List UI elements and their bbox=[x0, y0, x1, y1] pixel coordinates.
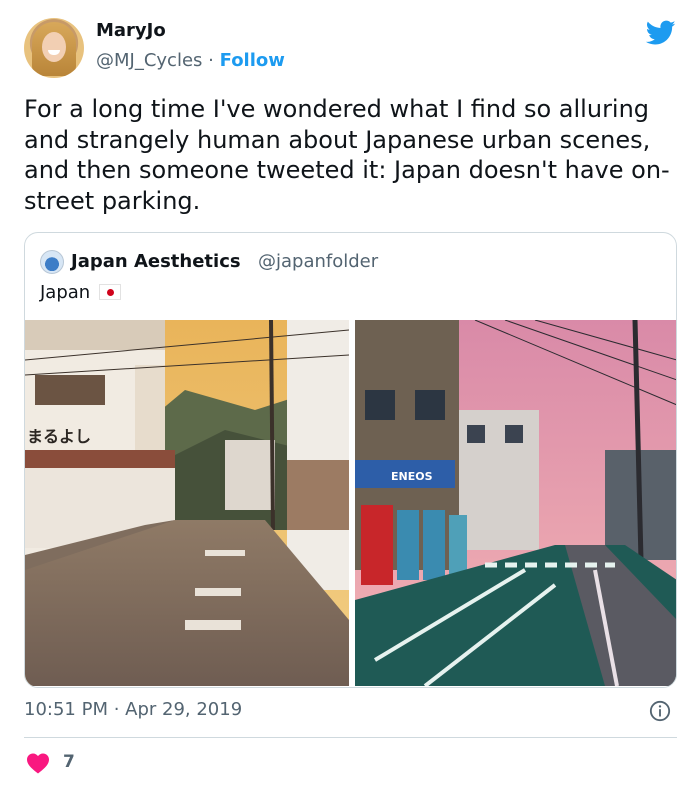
like-count: 7 bbox=[63, 752, 75, 772]
store-sign-text: ENEOS bbox=[391, 470, 433, 483]
quoted-tweet[interactable]: Japan Aesthetics @japanfolder Japan まるよし… bbox=[24, 232, 677, 688]
avatar[interactable] bbox=[24, 18, 84, 78]
quoted-author-handle[interactable]: @japanfolder bbox=[258, 251, 378, 272]
timestamp[interactable]: 10:51 PM · Apr 29, 2019 bbox=[24, 699, 242, 720]
heart-icon[interactable] bbox=[26, 752, 50, 774]
quoted-avatar[interactable] bbox=[40, 250, 64, 274]
tweet-header: MaryJo @MJ_Cycles · Follow bbox=[24, 18, 680, 80]
separator: · bbox=[208, 50, 214, 71]
quoted-author-name[interactable]: Japan Aesthetics bbox=[71, 251, 241, 272]
photo-sunset-street[interactable]: まるよし bbox=[25, 320, 349, 686]
tweet-text: For a long time I've wondered what I fin… bbox=[24, 95, 670, 215]
quoted-text: Japan bbox=[40, 282, 91, 303]
handle-row: @MJ_Cycles · Follow bbox=[96, 50, 285, 71]
author-handle[interactable]: @MJ_Cycles bbox=[96, 50, 202, 71]
author-name[interactable]: MaryJo bbox=[96, 20, 166, 41]
avatar-face bbox=[42, 32, 66, 62]
shop-sign-text: まるよし bbox=[27, 427, 91, 446]
photo-evening-street[interactable]: ENEOS bbox=[355, 320, 677, 686]
japan-flag-icon bbox=[99, 284, 121, 300]
twitter-bird-icon[interactable] bbox=[646, 20, 676, 46]
divider bbox=[24, 737, 677, 738]
follow-button[interactable]: Follow bbox=[220, 50, 285, 71]
info-icon[interactable] bbox=[649, 700, 671, 722]
